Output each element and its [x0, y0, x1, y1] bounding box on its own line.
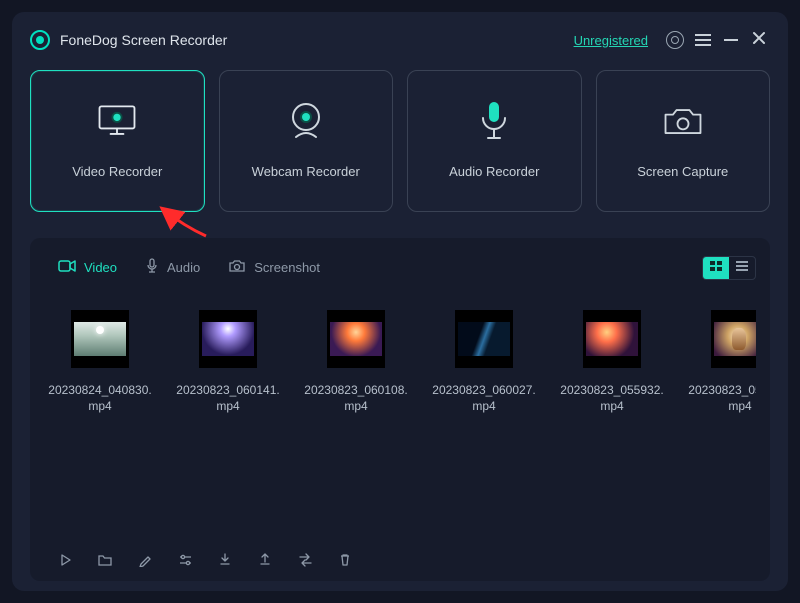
- view-toggle: [702, 256, 756, 280]
- minimize-button[interactable]: [720, 29, 742, 51]
- mode-label: Webcam Recorder: [252, 164, 360, 179]
- mode-video-recorder[interactable]: Video Recorder: [30, 70, 205, 212]
- list-view-button[interactable]: [729, 257, 755, 279]
- folder-icon: [97, 553, 113, 572]
- thumbnail[interactable]: [455, 310, 513, 368]
- title-bar: FoneDog Screen Recorder Unregistered: [30, 26, 770, 54]
- file-name: 20230823_060027.mp4: [428, 382, 540, 414]
- close-button[interactable]: [748, 29, 770, 51]
- mode-label: Video Recorder: [72, 164, 162, 179]
- trash-icon: [338, 552, 352, 572]
- recording-item: 20230823_055932.mp4: [562, 310, 662, 414]
- settings-button[interactable]: [664, 29, 686, 51]
- microphone-small-icon: [145, 258, 159, 277]
- play-icon: [58, 553, 72, 572]
- close-icon: [752, 31, 766, 50]
- tab-label: Audio: [167, 260, 200, 275]
- camera-small-icon: [228, 259, 246, 276]
- file-name: 20230823_060108.mp4: [300, 382, 412, 414]
- thumbnail[interactable]: [199, 310, 257, 368]
- bottom-toolbar: [44, 543, 756, 575]
- edit-button[interactable]: [136, 553, 154, 571]
- sliders-icon: [178, 553, 193, 572]
- thumbnails-row: 20230824_040830.mp4 20230823_060141.mp4 …: [44, 288, 756, 424]
- list-icon: [735, 259, 749, 277]
- mode-label: Audio Recorder: [449, 164, 539, 179]
- mode-selector: Video Recorder Webcam Recorder: [30, 70, 770, 212]
- delete-button[interactable]: [336, 553, 354, 571]
- tab-audio[interactable]: Audio: [131, 252, 214, 283]
- share-icon: [258, 552, 272, 572]
- mode-webcam-recorder[interactable]: Webcam Recorder: [219, 70, 394, 212]
- app-window: FoneDog Screen Recorder Unregistered: [12, 12, 788, 591]
- adjust-button[interactable]: [176, 553, 194, 571]
- recording-item: 20230824_040830.mp4: [50, 310, 150, 414]
- menu-button[interactable]: [692, 29, 714, 51]
- share-button[interactable]: [256, 553, 274, 571]
- mode-audio-recorder[interactable]: Audio Recorder: [407, 70, 582, 212]
- gear-icon: [666, 31, 684, 49]
- thumbnail[interactable]: [327, 310, 385, 368]
- file-name: 20230823_055736.mp4: [684, 382, 756, 414]
- file-name: 20230824_040830.mp4: [44, 382, 156, 414]
- panel-tabs: Video Audio Screenshot: [44, 248, 756, 288]
- convert-icon: [298, 553, 313, 572]
- tab-label: Screenshot: [254, 260, 320, 275]
- recording-item: 20230823_060108.mp4: [306, 310, 406, 414]
- camera-icon: [660, 104, 706, 140]
- tab-screenshot[interactable]: Screenshot: [214, 253, 334, 282]
- pencil-icon: [138, 552, 153, 572]
- mode-label: Screen Capture: [637, 164, 728, 179]
- recording-item: 20230823_060027.mp4: [434, 310, 534, 414]
- video-camera-icon: [58, 259, 76, 276]
- thumbnail[interactable]: [71, 310, 129, 368]
- monitor-record-icon: [94, 104, 140, 140]
- recording-item: 20230823_060141.mp4: [178, 310, 278, 414]
- unregistered-link[interactable]: Unregistered: [574, 33, 648, 48]
- webcam-icon: [283, 104, 329, 140]
- recordings-panel: Video Audio Screenshot: [30, 238, 770, 581]
- thumbnail[interactable]: [711, 310, 756, 368]
- file-name: 20230823_055932.mp4: [556, 382, 668, 414]
- convert-button[interactable]: [296, 553, 314, 571]
- play-button[interactable]: [56, 553, 74, 571]
- menu-icon: [695, 34, 711, 46]
- microphone-icon: [471, 104, 517, 140]
- mode-screen-capture[interactable]: Screen Capture: [596, 70, 771, 212]
- thumbnail[interactable]: [583, 310, 641, 368]
- minimize-icon: [724, 39, 738, 41]
- grid-view-button[interactable]: [703, 257, 729, 279]
- download-button[interactable]: [216, 553, 234, 571]
- recording-item: 20230823_055736.mp4: [690, 310, 756, 414]
- app-logo: [30, 30, 50, 50]
- tab-video[interactable]: Video: [44, 253, 131, 282]
- grid-icon: [709, 259, 723, 277]
- app-title: FoneDog Screen Recorder: [60, 32, 227, 48]
- tab-label: Video: [84, 260, 117, 275]
- open-folder-button[interactable]: [96, 553, 114, 571]
- file-name: 20230823_060141.mp4: [172, 382, 284, 414]
- download-icon: [218, 552, 232, 572]
